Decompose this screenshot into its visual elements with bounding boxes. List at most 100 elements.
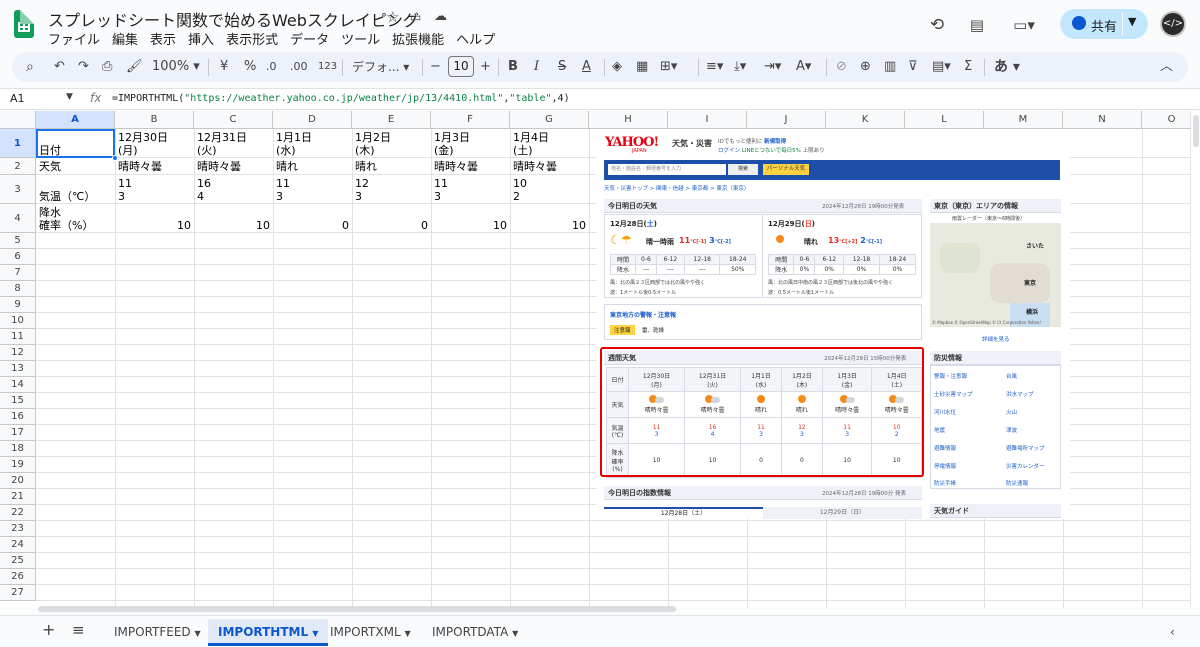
name-box[interactable]: A1 (10, 92, 25, 105)
tab-importfeed[interactable]: IMPORTFEED ▼ (114, 622, 201, 642)
sheets-logo-icon[interactable] (14, 10, 34, 38)
decrease-decimal-button[interactable]: .0 (266, 57, 277, 77)
bousai-link[interactable]: 避難場所マップ (1006, 444, 1045, 452)
cell-E1[interactable]: 1月2日 (木) (355, 131, 391, 157)
row-header[interactable]: 5 (0, 233, 36, 249)
share-dropdown-icon[interactable]: ▼ (1128, 15, 1136, 28)
cell-F3[interactable]: 11 3 (434, 177, 448, 203)
menu-insert[interactable]: 挿入 (188, 29, 214, 48)
menu-data[interactable]: データ (290, 29, 329, 48)
bousai-link[interactable]: 地震 (934, 426, 945, 434)
row-header[interactable]: 20 (0, 473, 36, 489)
column-header[interactable]: L (905, 111, 984, 129)
promo-login[interactable]: ログイン LINEとつないで毎日5% 上限あり (718, 146, 825, 154)
cell-F4[interactable]: 10 (431, 219, 507, 232)
vertical-align-icon[interactable]: ⤓▾ (734, 57, 746, 77)
tab-importhtml[interactable]: IMPORTHTML ▼ (208, 619, 329, 646)
cell-E2[interactable]: 晴れ (355, 160, 377, 173)
menu-tools[interactable]: ツール (341, 29, 380, 48)
collapse-toolbar-icon[interactable]: ︿ (1160, 57, 1173, 77)
embedded-weather-image[interactable]: YAHOO! JAPAN 天気・災害 IDでもっと便利に 新規取得 ログイン L… (596, 129, 1070, 519)
column-header[interactable]: K (826, 111, 905, 129)
row-header[interactable]: 8 (0, 281, 36, 297)
cell-C2[interactable]: 晴時々曇 (197, 160, 241, 173)
strikethrough-button[interactable]: S (558, 57, 566, 77)
row-header[interactable]: 7 (0, 265, 36, 281)
vertical-scrollbar[interactable] (1190, 111, 1200, 608)
bousai-link[interactable]: 防災手帳 (934, 479, 956, 487)
avatar[interactable]: </> (1160, 11, 1186, 37)
bousai-link[interactable]: 停電情報 (934, 462, 956, 470)
row-header[interactable]: 2 (0, 158, 36, 175)
cell-A3[interactable]: 気温（℃） (39, 190, 95, 203)
column-header[interactable]: E (352, 111, 431, 129)
cloud-status-icon[interactable]: ☁ (434, 9, 447, 24)
column-header[interactable]: H (589, 111, 668, 129)
bousai-link[interactable]: 防災速報 (1006, 479, 1028, 487)
row-header[interactable]: 27 (0, 585, 36, 601)
bousai-link[interactable]: 災害カレンダー (1006, 462, 1045, 470)
tab-importdata[interactable]: IMPORTDATA ▼ (432, 622, 518, 642)
rain-radar-map[interactable]: さいた 東京 横浜 © Mapbox © OpenStreetMap © LY … (930, 223, 1061, 327)
menu-file[interactable]: ファイル (48, 29, 100, 48)
row-header[interactable]: 26 (0, 569, 36, 585)
text-wrap-icon[interactable]: ⇥▾ (764, 57, 781, 77)
column-header[interactable]: O (1142, 111, 1190, 129)
cell-E3[interactable]: 12 3 (355, 177, 369, 203)
column-header[interactable]: I (668, 111, 747, 129)
paint-format-icon[interactable]: 🖌 (126, 57, 143, 77)
font-size-increase-icon[interactable]: + (480, 57, 491, 77)
bousai-link[interactable]: 台風 (1006, 372, 1017, 380)
bousai-link[interactable]: 避難情報 (934, 444, 956, 452)
cell-D2[interactable]: 晴れ (276, 160, 298, 173)
share-button[interactable]: 共有 ▼ (1060, 9, 1148, 39)
bold-button[interactable]: B (508, 57, 518, 77)
cell-A4[interactable]: 降水 確率（%） (39, 206, 93, 232)
row-header[interactable]: 18 (0, 441, 36, 457)
collapse-sidepanel-icon[interactable]: ‹ (1170, 622, 1175, 642)
formula-input[interactable]: =IMPORTHTML("https://weather.yahoo.co.jp… (112, 93, 570, 104)
bousai-link[interactable]: 河川水位 (934, 408, 956, 416)
cell-B1[interactable]: 12月30日 (月) (118, 131, 168, 157)
fill-handle[interactable] (112, 155, 118, 161)
menu-help[interactable]: ヘルプ (456, 29, 495, 48)
comments-icon[interactable]: ▤ (964, 12, 990, 38)
column-header[interactable]: N (1063, 111, 1142, 129)
insert-comment-icon[interactable]: ⊕ (860, 57, 871, 77)
row-header[interactable]: 21 (0, 489, 36, 505)
cell-G3[interactable]: 10 2 (513, 177, 527, 203)
row-header[interactable]: 9 (0, 297, 36, 313)
cell-G2[interactable]: 晴時々曇 (513, 160, 557, 173)
column-header[interactable]: C (194, 111, 273, 129)
row-header[interactable]: 10 (0, 313, 36, 329)
menu-format[interactable]: 表示形式 (226, 29, 278, 48)
row-header[interactable]: 23 (0, 521, 36, 537)
font-size-input[interactable]: 10 (448, 56, 474, 77)
cell-B4[interactable]: 10 (115, 219, 191, 232)
row-header[interactable]: 19 (0, 457, 36, 473)
text-color-button[interactable]: A (582, 57, 591, 77)
weather-breadcrumb[interactable]: 天気・災害トップ > 関東・信越 > 東京都 > 東京（東京） (604, 184, 749, 192)
name-box-dropdown-icon[interactable]: ▼ (66, 92, 73, 102)
select-all-corner[interactable] (0, 111, 36, 129)
cell-D1[interactable]: 1月1日 (水) (276, 131, 312, 157)
merge-cells-icon[interactable]: ⊞▾ (660, 57, 677, 77)
column-header[interactable]: F (431, 111, 510, 129)
cell-C1[interactable]: 12月31日 (火) (197, 131, 247, 157)
meet-icon[interactable]: ▭▾ (1006, 12, 1042, 38)
cell-F1[interactable]: 1月3日 (金) (434, 131, 470, 157)
functions-icon[interactable]: Σ (964, 57, 972, 77)
row-header[interactable]: 24 (0, 537, 36, 553)
weather-search-button[interactable]: 検索 (728, 164, 758, 175)
cell-G4[interactable]: 10 (510, 219, 586, 232)
cell-A2[interactable]: 天気 (39, 160, 61, 173)
input-tools-button[interactable]: あ ▾ (994, 57, 1020, 77)
cell-D3[interactable]: 11 3 (276, 177, 290, 203)
row-header[interactable]: 4 (0, 204, 36, 233)
column-header[interactable]: D (273, 111, 352, 129)
cell-G1[interactable]: 1月4日 (土) (513, 131, 549, 157)
bousai-link[interactable]: 洪水マップ (1006, 390, 1034, 398)
index-tab-tomorrow[interactable]: 12月29日（日） (763, 507, 922, 519)
percent-format-button[interactable]: % (244, 57, 256, 77)
currency-format-button[interactable]: ¥ (220, 57, 228, 77)
